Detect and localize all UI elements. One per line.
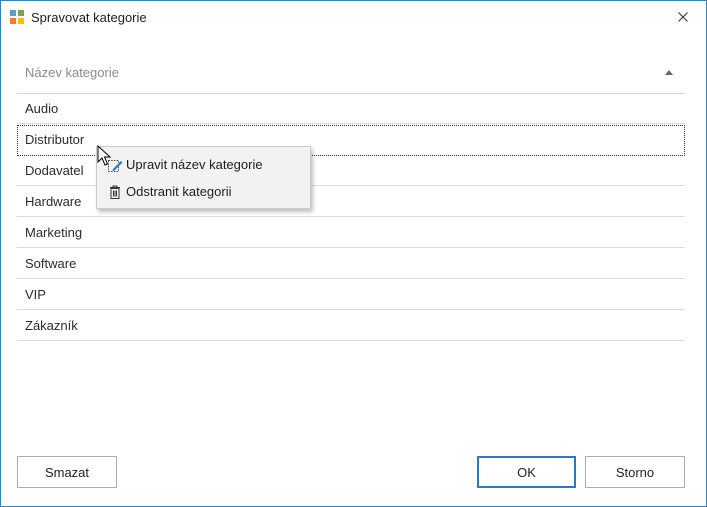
menu-item-rename-category[interactable]: Upravit název kategorie — [99, 151, 308, 177]
category-cell: Dodavatel — [25, 163, 84, 178]
cancel-button[interactable]: Storno — [585, 456, 685, 488]
category-cell: Distributor — [25, 132, 85, 147]
menu-item-label: Upravit název kategorie — [126, 157, 263, 172]
categories-app-icon — [10, 10, 24, 24]
menu-item-delete-category[interactable]: Odstranit kategorii — [99, 178, 308, 204]
ok-button[interactable]: OK — [477, 456, 576, 488]
category-cell: Hardware — [25, 194, 82, 209]
trash-icon — [110, 185, 120, 199]
table-row[interactable]: Marketing — [17, 218, 685, 248]
category-cell: Zákazník — [25, 318, 78, 333]
close-icon — [678, 12, 688, 22]
table-row[interactable]: Software — [17, 249, 685, 279]
column-header-label: Název kategorie — [25, 65, 119, 80]
category-cell: Audio — [25, 101, 59, 116]
window-title: Spravovat kategorie — [31, 10, 147, 25]
table-row[interactable]: VIP — [17, 280, 685, 310]
dialog-window: Spravovat kategorie Název kategorie Audi… — [0, 0, 707, 507]
delete-button[interactable]: Smazat — [17, 456, 117, 488]
close-button[interactable] — [660, 1, 706, 33]
category-cell: Marketing — [25, 225, 83, 240]
title-bar[interactable]: Spravovat kategorie — [1, 1, 706, 33]
category-cell: VIP — [25, 287, 46, 302]
context-menu: Upravit název kategorie Odstranit katego… — [96, 146, 311, 209]
menu-item-label: Odstranit kategorii — [126, 184, 232, 199]
sort-ascending-icon — [665, 70, 673, 75]
column-header-category-name[interactable]: Název kategorie — [17, 55, 685, 94]
mouse-cursor-icon — [97, 145, 112, 166]
table-row[interactable]: Zákazník — [17, 311, 685, 341]
category-cell: Software — [25, 256, 77, 271]
table-row[interactable]: Audio — [17, 94, 685, 124]
